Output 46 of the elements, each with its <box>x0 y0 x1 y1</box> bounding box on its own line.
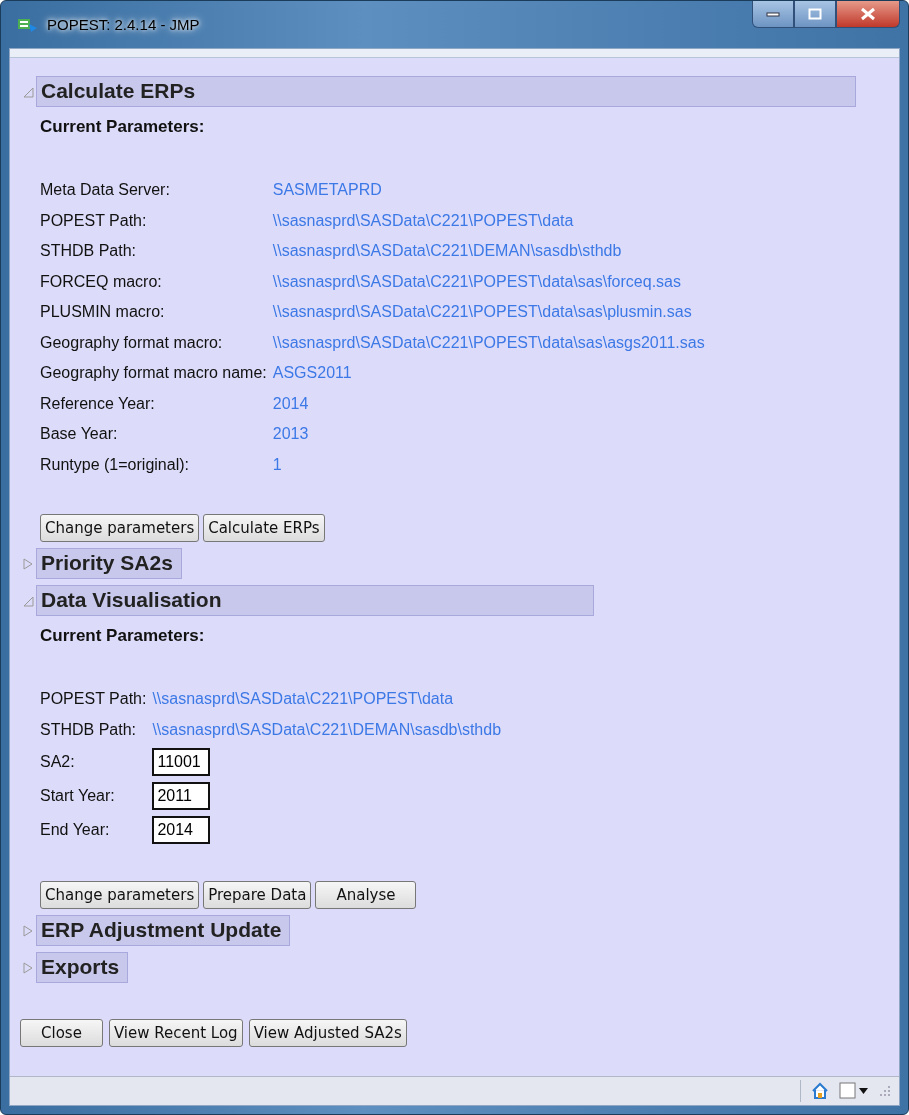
section-header[interactable]: ERP Adjustment Update <box>36 915 291 946</box>
minimize-icon <box>766 11 780 17</box>
checkbox-dropdown-icon[interactable] <box>839 1082 869 1100</box>
parameter-label: STHDB Path: <box>40 242 137 261</box>
minimize-button[interactable] <box>752 1 794 28</box>
parameter-label: Geography format macro: <box>40 333 223 352</box>
close-icon <box>860 7 876 21</box>
maximize-button[interactable] <box>794 1 836 28</box>
section-subtitle: Current Parameters: <box>40 117 206 137</box>
action-button[interactable]: Calculate ERPs <box>203 514 325 542</box>
parameter-label: Meta Data Server: <box>40 181 170 200</box>
section-header[interactable]: Exports <box>36 952 129 983</box>
action-button[interactable]: View Recent Log <box>108 1019 243 1047</box>
action-button[interactable]: Prepare Data <box>203 881 312 909</box>
action-button[interactable]: View Adjusted SA2s <box>248 1019 407 1047</box>
input-field[interactable]: 11001 <box>152 748 211 776</box>
window-title: POPEST: 2.4.14 - JMP <box>47 16 200 33</box>
parameter-label: POPEST Path: <box>40 690 147 709</box>
parameter-label: End Year: <box>40 821 110 839</box>
input-field[interactable]: 2011 <box>152 782 211 810</box>
action-button[interactable]: Change parameters <box>40 881 200 909</box>
expand-icon[interactable] <box>22 923 34 938</box>
resize-grip-icon[interactable] <box>879 1085 891 1097</box>
close-button[interactable] <box>836 1 900 28</box>
action-button[interactable]: Analyse <box>315 881 417 909</box>
parameter-label: Base Year: <box>40 425 118 444</box>
expand-icon[interactable] <box>22 960 34 975</box>
parameter-label: Start Year: <box>40 787 115 805</box>
parameter-label: Geography format macro name: <box>40 364 267 383</box>
parameter-label: PLUSMIN macro: <box>40 303 165 322</box>
maximize-icon <box>808 8 822 20</box>
expand-icon[interactable] <box>22 556 34 571</box>
parameter-label: POPEST Path: <box>40 211 147 230</box>
section-header[interactable]: Calculate ERPs <box>36 76 856 107</box>
home-icon[interactable] <box>811 1082 829 1100</box>
parameter-label: FORCEQ macro: <box>40 272 162 291</box>
section-header[interactable]: Data Visualisation <box>36 585 594 616</box>
parameter-label: SA2: <box>40 753 75 771</box>
section-subtitle: Current Parameters: <box>40 626 206 646</box>
action-button[interactable]: Close <box>20 1019 103 1047</box>
parameter-label: Runtype (1=original): <box>40 455 189 474</box>
parameter-label: STHDB Path: <box>40 720 137 739</box>
action-button[interactable]: Change parameters <box>40 514 200 542</box>
section-header[interactable]: Priority SA2s <box>36 548 182 579</box>
input-field[interactable]: 2014 <box>152 816 211 844</box>
parameter-label: Reference Year: <box>40 394 155 413</box>
